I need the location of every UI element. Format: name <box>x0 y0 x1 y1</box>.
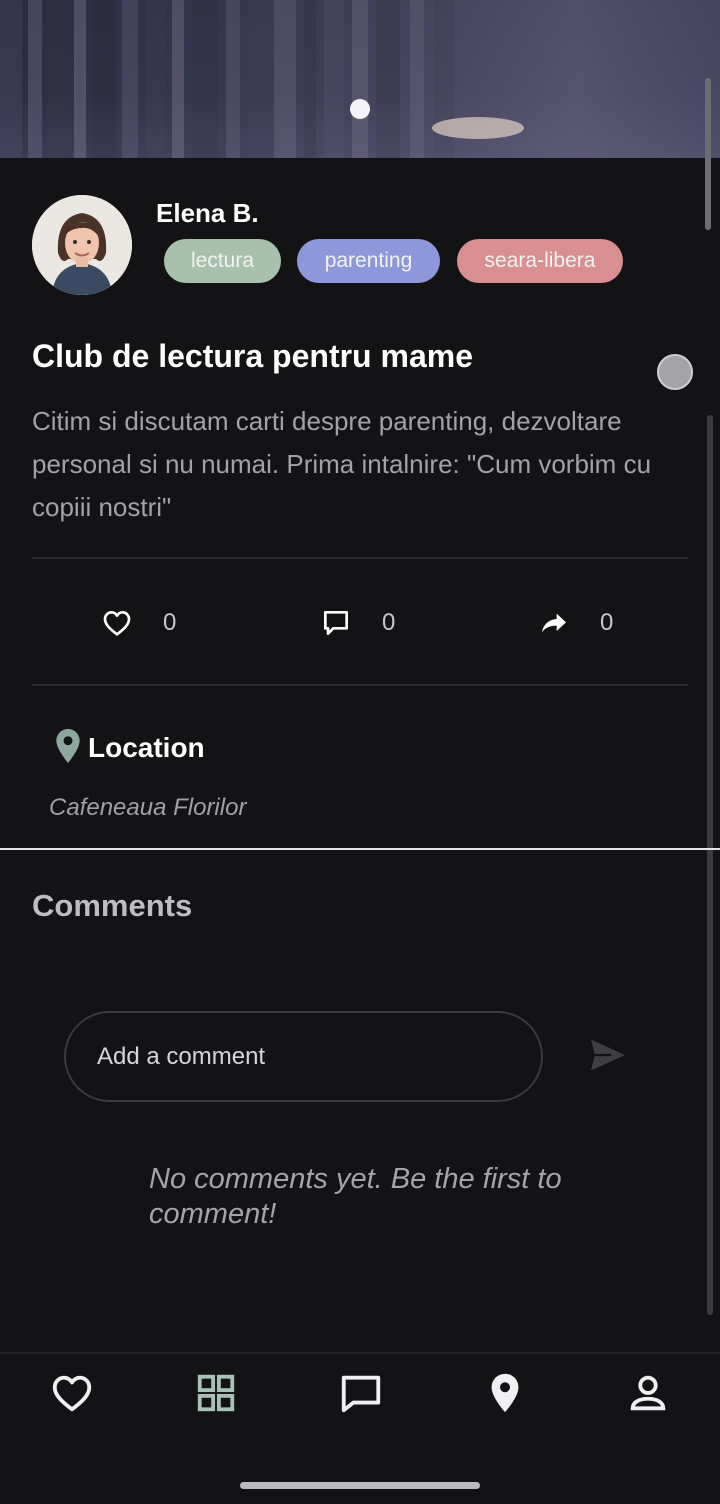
tag-seara-libera[interactable]: seara-libera <box>457 239 623 283</box>
grid-icon <box>197 1374 235 1412</box>
share-icon <box>542 613 566 633</box>
send-icon[interactable] <box>589 1038 627 1072</box>
share-button[interactable]: 0 <box>538 605 613 641</box>
avatar[interactable] <box>32 195 132 295</box>
hero-image[interactable] <box>0 0 720 158</box>
comment-icon <box>324 611 348 635</box>
map-pin-icon <box>491 1373 519 1413</box>
divider <box>32 684 688 686</box>
nav-profile[interactable] <box>625 1370 671 1416</box>
location-label: Location <box>88 732 205 763</box>
nav-map[interactable] <box>482 1370 528 1416</box>
like-button[interactable]: 0 <box>101 605 176 641</box>
scrollbar[interactable] <box>707 415 713 1315</box>
map-pin-icon <box>56 729 80 763</box>
tag-parenting[interactable]: parenting <box>297 239 440 283</box>
comment-count: 0 <box>382 609 396 636</box>
comment-button[interactable]: 0 <box>320 605 395 641</box>
nav-feed[interactable] <box>193 1370 239 1416</box>
comment-input[interactable] <box>64 1011 543 1102</box>
nav-messages[interactable] <box>338 1370 384 1416</box>
section-divider <box>0 848 720 850</box>
post-description: Citim si discutam carti despre parenting… <box>32 406 652 522</box>
status-toggle[interactable] <box>657 354 693 390</box>
heart-icon <box>103 611 131 636</box>
carousel-indicator[interactable] <box>350 99 370 119</box>
tag-lectura[interactable]: lectura <box>164 239 281 283</box>
comments-title: Comments <box>32 888 193 923</box>
location-value[interactable]: Cafeneaua Florilor <box>49 794 246 822</box>
home-indicator[interactable] <box>240 1482 480 1489</box>
chat-icon <box>341 1375 381 1413</box>
profile-icon <box>630 1375 666 1411</box>
nav-favorites[interactable] <box>49 1370 95 1416</box>
author-name[interactable]: Elena B. <box>156 198 259 229</box>
empty-comments-note: No comments yet. Be the first to comment… <box>149 1163 562 1230</box>
post-title: Club de lectura pentru mame <box>32 338 473 374</box>
share-count: 0 <box>600 609 614 636</box>
divider <box>32 557 688 559</box>
like-count: 0 <box>163 609 177 636</box>
bottom-nav-divider <box>0 1352 720 1354</box>
scrollbar-top[interactable] <box>705 78 711 230</box>
heart-icon <box>52 1375 92 1412</box>
